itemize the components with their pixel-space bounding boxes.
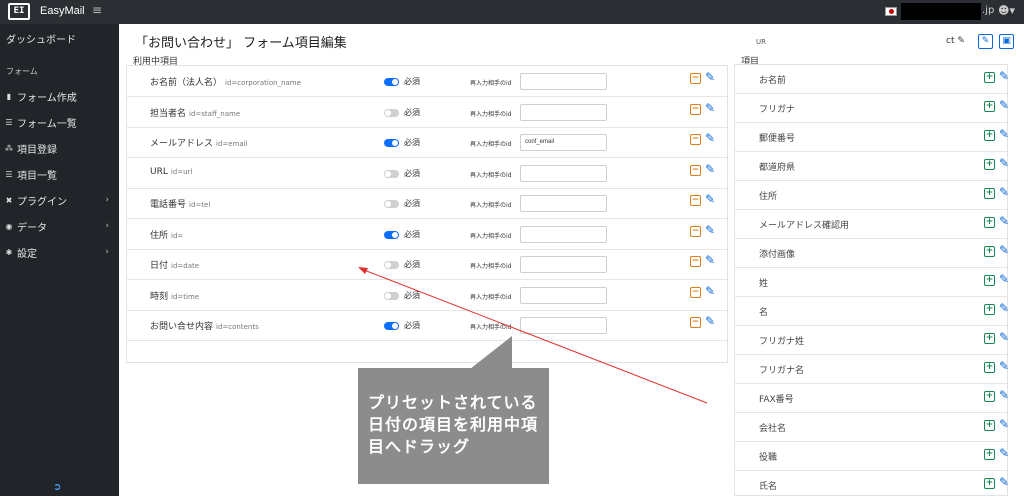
annotation-text: プリセットされている日付の項目を利用中項目へドラッグ	[368, 393, 539, 456]
